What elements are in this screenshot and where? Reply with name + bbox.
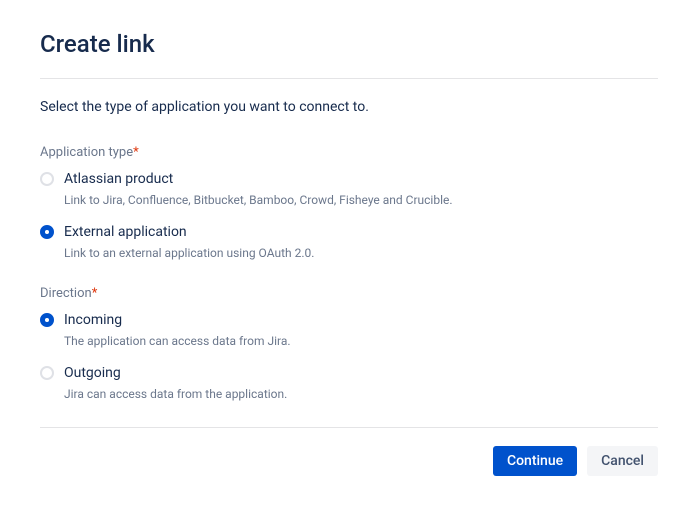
radio-outgoing-description: Jira can access data from the applicatio… bbox=[64, 386, 287, 403]
radio-outgoing[interactable]: Outgoing Jira can access data from the a… bbox=[40, 364, 658, 403]
cancel-button[interactable]: Cancel bbox=[587, 446, 658, 476]
application-type-label-text: Application type bbox=[40, 145, 133, 160]
radio-icon bbox=[40, 313, 54, 327]
radio-incoming-description: The application can access data from Jir… bbox=[64, 333, 291, 350]
footer-divider bbox=[40, 427, 658, 428]
required-mark: * bbox=[92, 286, 98, 301]
radio-external-description: Link to an external application using OA… bbox=[64, 245, 314, 262]
radio-atlassian-label: Atlassian product bbox=[64, 170, 453, 188]
instruction-text: Select the type of application you want … bbox=[40, 99, 658, 115]
direction-label-text: Direction bbox=[40, 286, 92, 301]
required-mark: * bbox=[133, 145, 139, 160]
radio-external-application[interactable]: External application Link to an external… bbox=[40, 223, 658, 262]
radio-atlassian-product[interactable]: Atlassian product Link to Jira, Confluen… bbox=[40, 170, 658, 209]
continue-button[interactable]: Continue bbox=[493, 446, 577, 476]
radio-incoming-label: Incoming bbox=[64, 311, 291, 329]
radio-outgoing-label: Outgoing bbox=[64, 364, 287, 382]
radio-external-label: External application bbox=[64, 223, 314, 241]
radio-incoming[interactable]: Incoming The application can access data… bbox=[40, 311, 658, 350]
application-type-group: Application type* Atlassian product Link… bbox=[40, 145, 658, 262]
dialog-footer: Continue Cancel bbox=[40, 446, 658, 476]
radio-icon bbox=[40, 225, 54, 239]
direction-label: Direction* bbox=[40, 286, 658, 301]
header-divider bbox=[40, 78, 658, 79]
application-type-label: Application type* bbox=[40, 145, 658, 160]
radio-icon bbox=[40, 366, 54, 380]
direction-group: Direction* Incoming The application can … bbox=[40, 286, 658, 403]
radio-atlassian-description: Link to Jira, Confluence, Bitbucket, Bam… bbox=[64, 192, 453, 209]
dialog-title: Create link bbox=[40, 30, 658, 58]
radio-icon bbox=[40, 172, 54, 186]
